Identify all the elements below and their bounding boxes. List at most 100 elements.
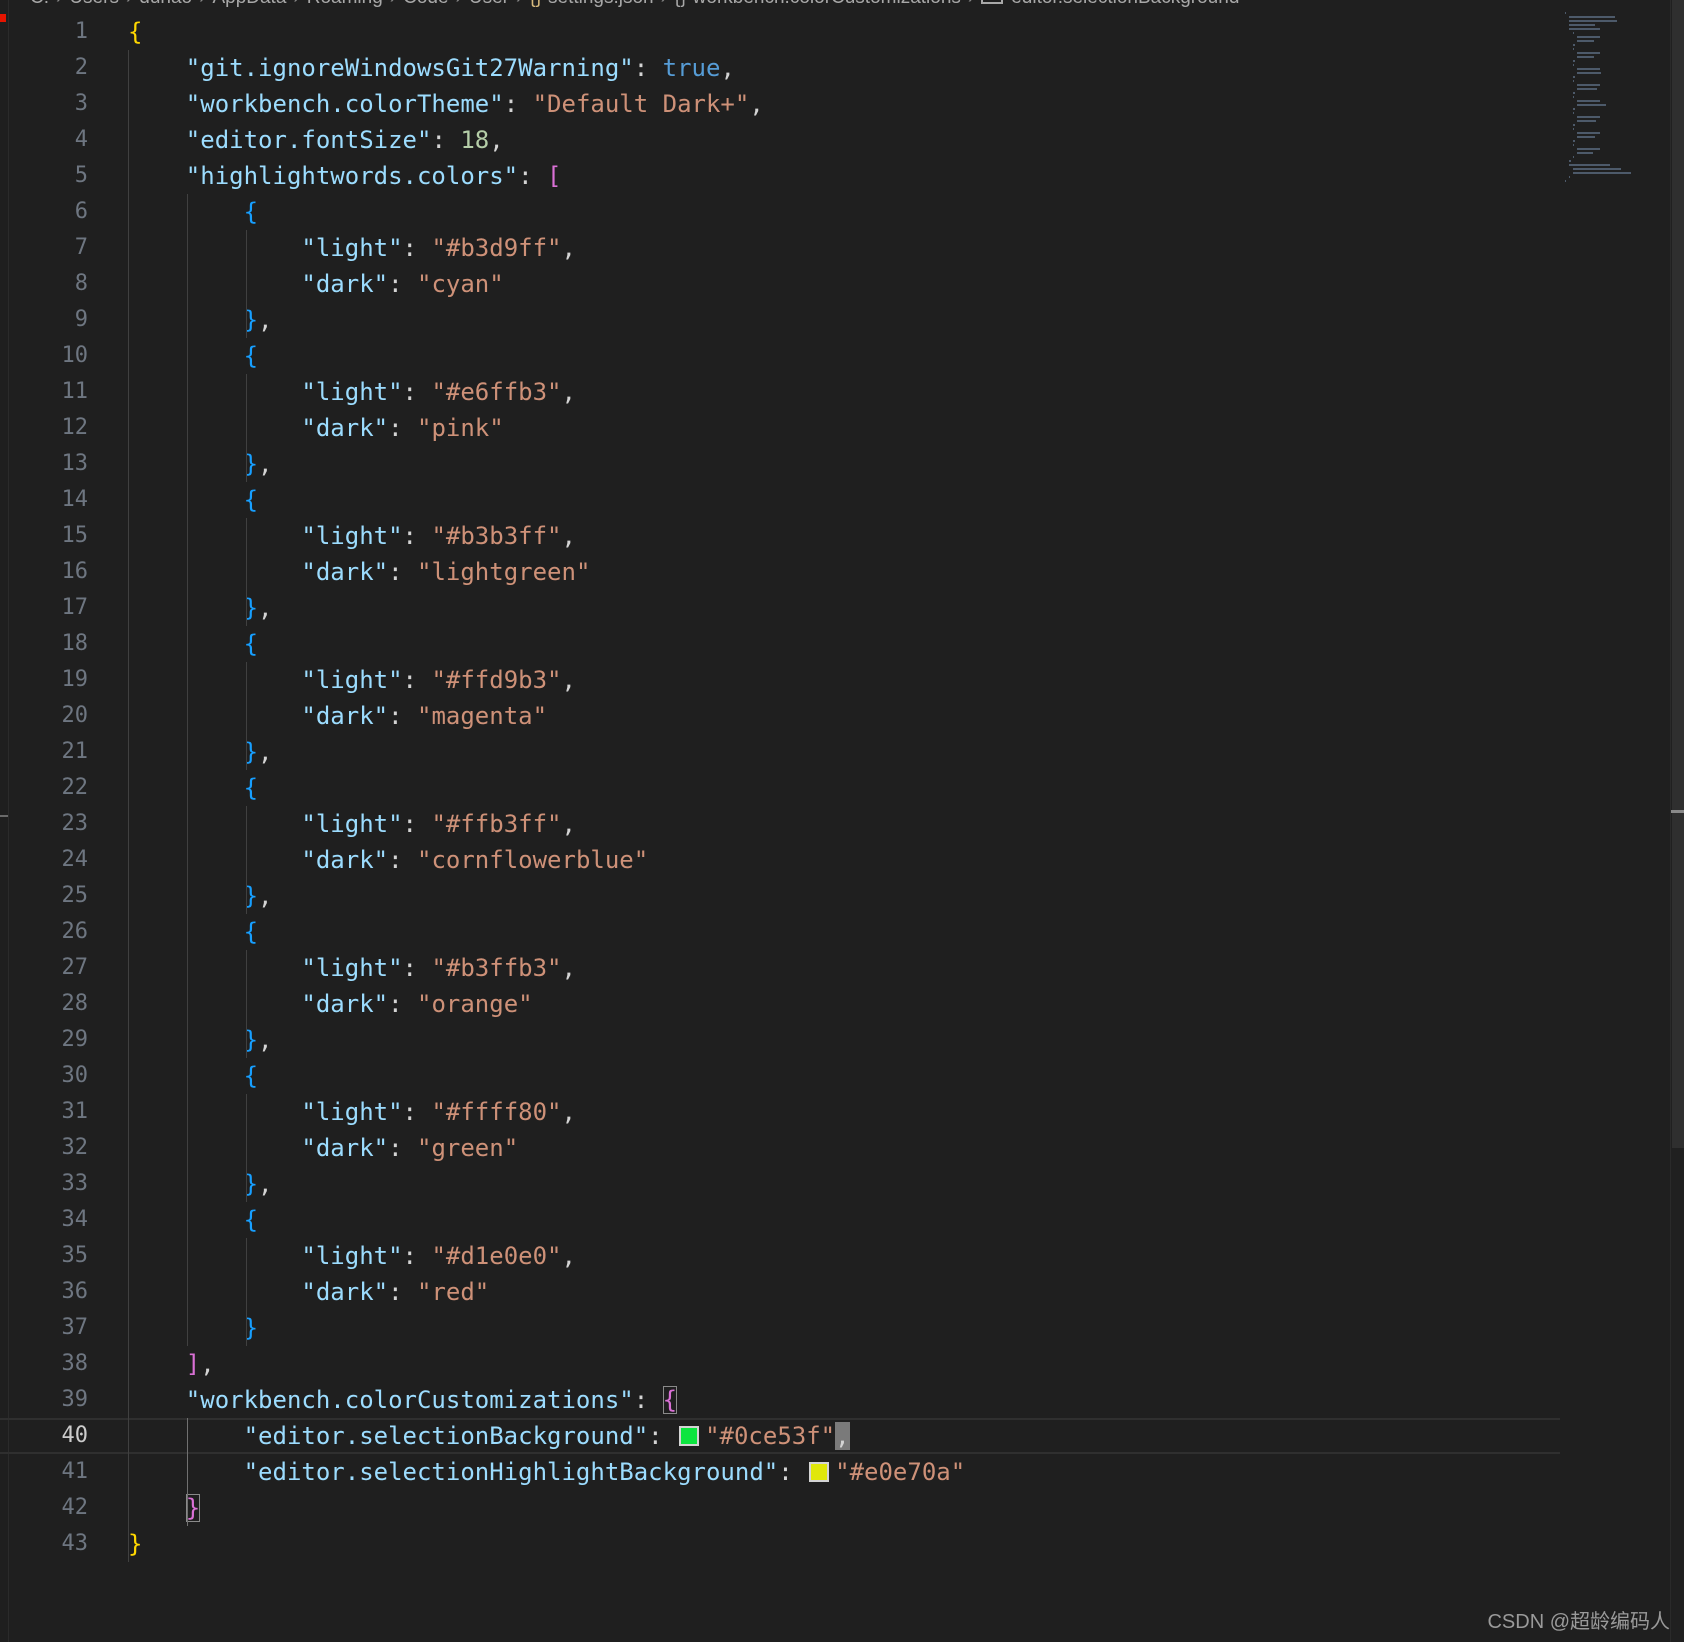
minimap-line [1577, 56, 1594, 58]
code-line[interactable]: 43} [0, 1526, 1560, 1562]
code-line[interactable]: 1{ [0, 14, 1560, 50]
code-line[interactable]: 29}, [0, 1022, 1560, 1058]
code-line[interactable]: 19 "light": "#ffd9b3", [0, 662, 1560, 698]
breadcrumb-item[interactable]: AppData [212, 0, 286, 8]
minimap-line [1573, 48, 1575, 50]
minimap-line [1573, 44, 1576, 46]
minimap-line [1577, 148, 1600, 150]
code-token: "cornflowerblue" [417, 846, 649, 874]
code-line[interactable]: 36 "dark": "red" [0, 1274, 1560, 1310]
code-token: [ [547, 162, 562, 190]
code-line[interactable]: 38], [0, 1346, 1560, 1382]
code-token: : [402, 378, 432, 406]
code-editor[interactable]: 1{2 "git.ignoreWindowsGit27Warning": true… [0, 14, 1560, 1562]
code-line[interactable]: 12 "dark": "pink" [0, 410, 1560, 446]
code-line[interactable]: 41 "editor.selectionHighlightBackground":… [0, 1454, 1560, 1490]
code-line[interactable]: 26 { [0, 914, 1560, 950]
code-token: "dark" [301, 846, 389, 874]
code-line[interactable]: 5 "highlightwords.colors": [ [0, 158, 1560, 194]
code-line[interactable]: 22 { [0, 770, 1560, 806]
code-content: "workbench.colorTheme": "Default Dark+", [128, 86, 764, 122]
code-token: "#b3ffb3" [431, 954, 562, 982]
minimap-line [1573, 124, 1576, 126]
color-swatch-icon[interactable] [809, 1462, 830, 1482]
code-token: { [128, 18, 143, 46]
line-number: 27 [61, 955, 89, 980]
code-token: , [258, 1026, 273, 1054]
code-content: }, [128, 1166, 273, 1202]
code-line[interactable]: 39 "workbench.colorCustomizations": { [0, 1382, 1560, 1418]
breadcrumb-path: C:›Users›duhao›AppData›Roaming›Code›User… [30, 0, 1239, 9]
code-token: , [749, 90, 764, 118]
code-line[interactable]: 24 "dark": "cornflowerblue" [0, 842, 1560, 878]
code-line[interactable]: 31 "light": "#ffff80", [0, 1094, 1560, 1130]
breadcrumb-item[interactable]: settings.json [548, 0, 654, 8]
breadcrumb-item[interactable]: duhao [139, 0, 192, 8]
code-line[interactable]: 25}, [0, 878, 1560, 914]
code-line[interactable]: 18 { [0, 626, 1560, 662]
code-token: , [489, 126, 504, 154]
breadcrumb-item[interactable]: Users [69, 0, 119, 8]
code-token: : [503, 90, 533, 118]
code-line[interactable]: 8 "dark": "cyan" [0, 266, 1560, 302]
breadcrumb-item[interactable]: workbench.colorCustomizations [693, 0, 961, 8]
breadcrumb-item[interactable]: Code [403, 0, 448, 8]
minimap-line [1569, 176, 1571, 178]
code-token: "git.ignoreWindowsGit27Warning" [185, 54, 634, 82]
code-content: "dark": "magenta" [128, 698, 547, 734]
code-line[interactable]: 32 "dark": "green" [0, 1130, 1560, 1166]
code-line[interactable]: 37} [0, 1310, 1560, 1346]
line-number: 39 [61, 1387, 89, 1412]
minimap[interactable] [1565, 12, 1631, 182]
code-line[interactable]: 27 "light": "#b3ffb3", [0, 950, 1560, 986]
code-line[interactable]: 28 "dark": "orange" [0, 986, 1560, 1022]
code-content: }, [128, 446, 273, 482]
code-token: "red" [417, 1278, 490, 1306]
code-line[interactable]: 3 "workbench.colorTheme": "Default Dark+"… [0, 86, 1560, 122]
code-token: : [518, 162, 548, 190]
code-line[interactable]: 23 "light": "#ffb3ff", [0, 806, 1560, 842]
vertical-scrollbar[interactable] [1670, 0, 1684, 1642]
code-line[interactable]: 4 "editor.fontSize": 18, [0, 122, 1560, 158]
line-number: 10 [61, 343, 89, 368]
scrollbar-thumb[interactable] [1672, 0, 1684, 1148]
code-line[interactable]: 14 { [0, 482, 1560, 518]
code-line[interactable]: 10 { [0, 338, 1560, 374]
code-line[interactable]: 2 "git.ignoreWindowsGit27Warning": true, [0, 50, 1560, 86]
code-line[interactable]: 42} [0, 1490, 1560, 1526]
indent-guide [246, 374, 247, 482]
code-line[interactable]: 16 "dark": "lightgreen" [0, 554, 1560, 590]
code-token: , [561, 378, 576, 406]
color-swatch-icon[interactable] [679, 1426, 700, 1446]
breadcrumb-item[interactable]: Roaming [307, 0, 383, 8]
code-line[interactable]: 21}, [0, 734, 1560, 770]
code-line[interactable]: 9}, [0, 302, 1560, 338]
minimap-line [1573, 168, 1621, 170]
code-content: "light": "#b3b3ff", [128, 518, 576, 554]
code-token: "dark" [301, 702, 389, 730]
code-line[interactable]: 6{ [0, 194, 1560, 230]
line-number: 16 [61, 559, 89, 584]
code-line[interactable]: 40 "editor.selectionBackground": "#0ce53f… [0, 1418, 1560, 1454]
watermark: CSDN @超龄编码人 [1487, 1611, 1670, 1633]
line-number: 38 [61, 1351, 89, 1376]
code-line[interactable]: 35 "light": "#d1e0e0", [0, 1238, 1560, 1274]
breadcrumb-item[interactable]: User [469, 0, 509, 8]
code-line[interactable]: 11 "light": "#e6ffb3", [0, 374, 1560, 410]
line-number: 23 [61, 811, 89, 836]
line-number: 6 [74, 199, 88, 224]
code-line[interactable]: 7 "light": "#b3d9ff", [0, 230, 1560, 266]
code-line[interactable]: 13}, [0, 446, 1560, 482]
code-line[interactable]: 15 "light": "#b3b3ff", [0, 518, 1560, 554]
breadcrumb-item[interactable]: editor.selectionBackground [1011, 0, 1239, 8]
minimap-line [1573, 108, 1576, 110]
breadcrumb-item[interactable]: C: [30, 0, 49, 8]
code-token: "dark" [301, 990, 389, 1018]
code-line[interactable]: 33}, [0, 1166, 1560, 1202]
code-token: { [243, 342, 259, 370]
code-line[interactable]: 20 "dark": "magenta" [0, 698, 1560, 734]
code-line[interactable]: 30 { [0, 1058, 1560, 1094]
code-content: { [128, 14, 142, 50]
code-line[interactable]: 34 { [0, 1202, 1560, 1238]
code-line[interactable]: 17}, [0, 590, 1560, 626]
